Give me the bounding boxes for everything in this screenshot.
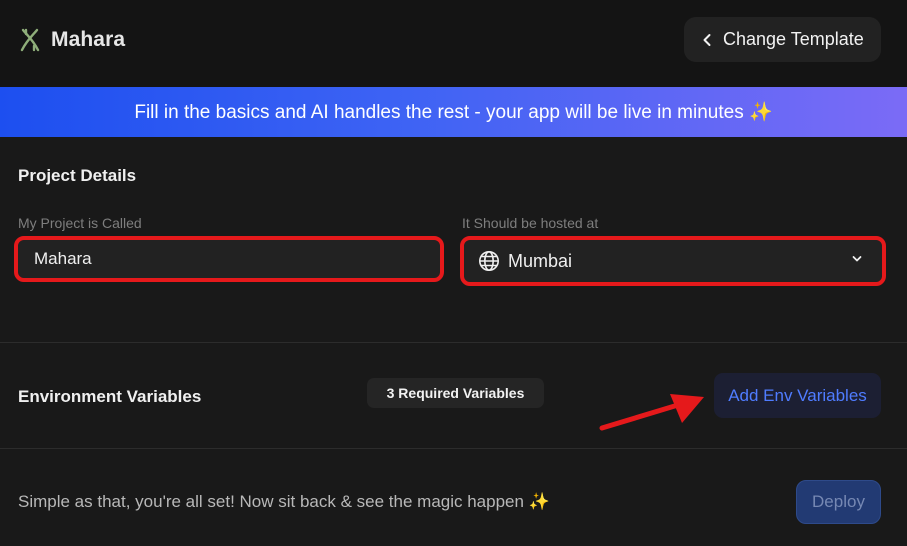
change-template-label: Change Template [723,29,864,49]
banner-text: Fill in the basics and AI handles the re… [134,102,773,123]
env-variables-title: Environment Variables [18,387,202,406]
region-select[interactable]: Mumbai [460,236,886,286]
region-label: It Should be hosted at [462,215,599,231]
section-divider [0,342,907,343]
required-variables-badge: 3 Required Variables [367,378,544,408]
chevron-left-icon [703,33,711,46]
globe-icon [479,251,499,271]
brand-name: Mahara [51,28,126,51]
chevron-down-icon [852,256,862,262]
deploy-button[interactable]: Deploy [796,480,881,524]
section-divider [0,448,907,449]
region-value: Mumbai [508,250,573,271]
project-details-title: Project Details [18,166,137,185]
add-env-variables-button[interactable]: Add Env Variables [714,373,881,418]
project-name-label: My Project is Called [18,215,142,231]
app-header: Mahara Change Template [0,0,907,87]
brand: Mahara [18,27,125,53]
red-arrow-annotation-icon [599,394,704,431]
info-banner: Fill in the basics and AI handles the re… [0,87,907,137]
project-name-input[interactable]: Mahara [14,236,444,282]
footer-message: Simple as that, you're all set! Now sit … [18,492,550,511]
project-name-value: Mahara [34,249,92,268]
change-template-button[interactable]: Change Template [684,17,881,62]
mahara-logo-icon [20,28,40,52]
